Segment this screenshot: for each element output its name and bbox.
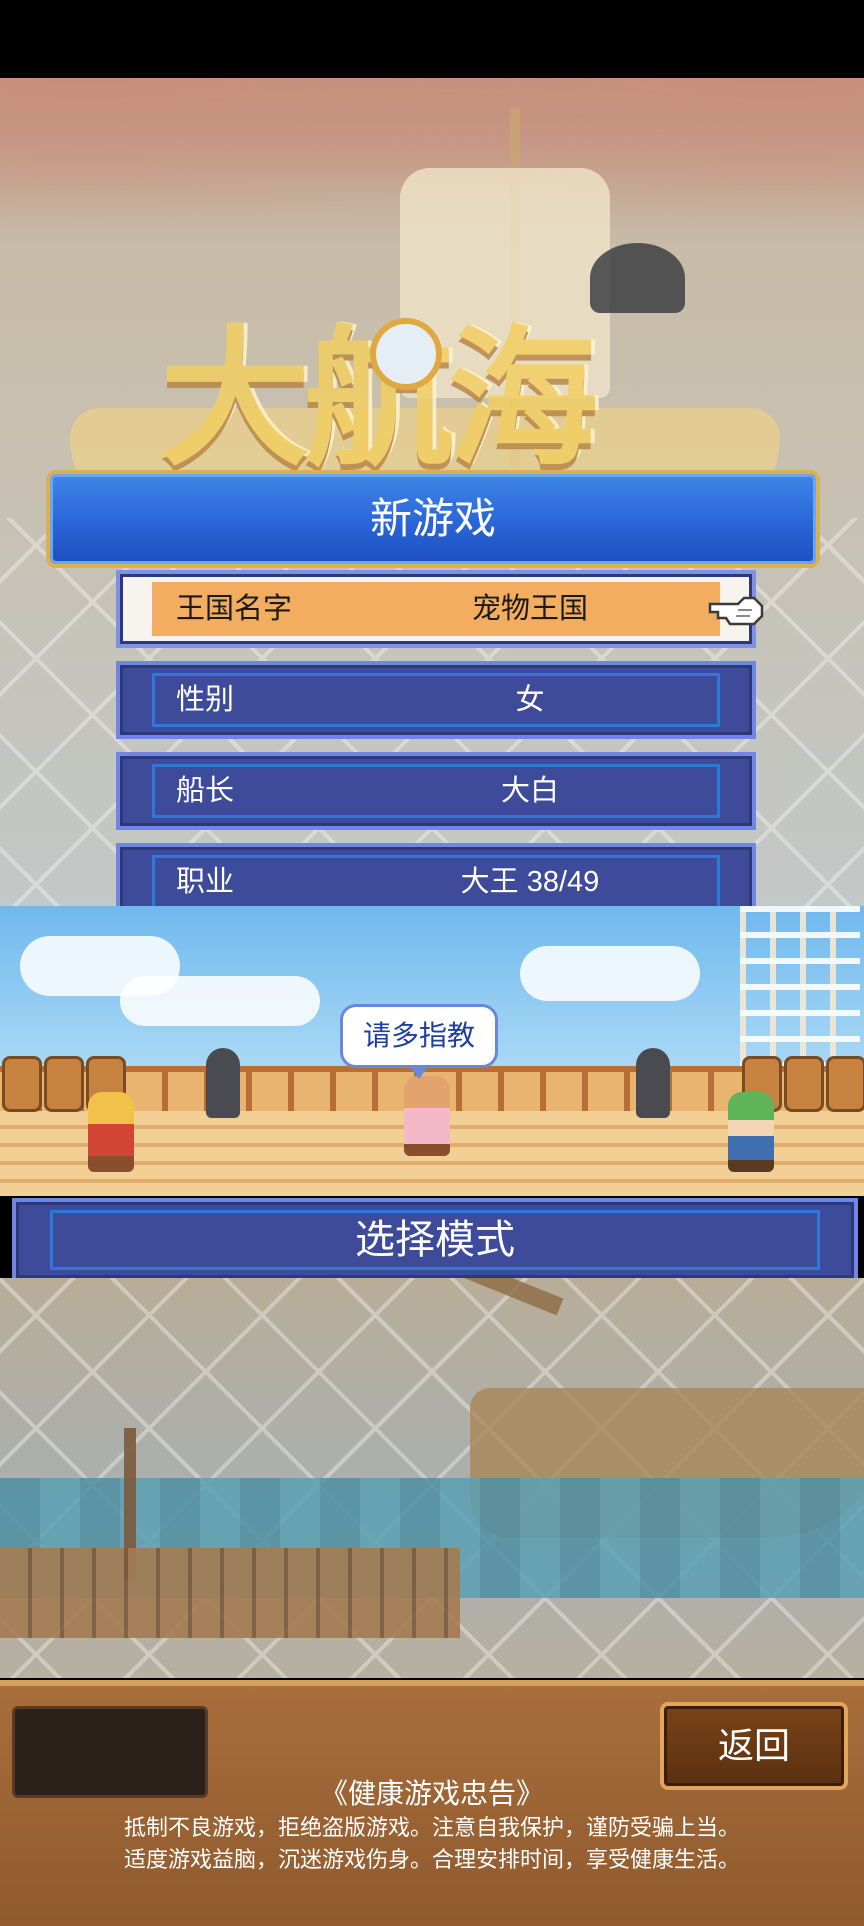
rope-ladder: [740, 906, 860, 1081]
wooden-pier: [0, 1548, 460, 1638]
cloud: [520, 946, 700, 1001]
health-notice-title: 《健康游戏忠告》: [319, 1778, 544, 1809]
select-mode-label: 选择模式: [355, 1218, 515, 1262]
status-bar: [0, 0, 864, 78]
cannon: [636, 1048, 670, 1118]
select-mode-button[interactable]: 选择模式: [12, 1198, 858, 1282]
health-notice-line-1: 抵制不良游戏，拒绝盗版游戏。注意自我保护，谨防受骗上当。: [123, 1815, 740, 1840]
cannon: [206, 1048, 240, 1118]
compass-icon: [370, 318, 442, 390]
row-gender[interactable]: 性别 女: [116, 661, 756, 739]
speech-bubble: 请多指教: [340, 1004, 498, 1079]
gender-label: 性别: [176, 684, 235, 716]
sailor-character: [728, 1092, 774, 1172]
king-character: [88, 1092, 134, 1172]
cloud: [120, 976, 320, 1026]
new-game-banner: 新游戏: [46, 470, 820, 568]
gender-value: 女: [515, 684, 545, 716]
settings-list: 王国名字 宠物王国 性别 女 船长 大白 职业 大王 38/49: [116, 570, 764, 934]
kingdom-name-label: 王国名字: [176, 593, 293, 625]
row-captain[interactable]: 船长 大白: [116, 752, 756, 830]
barrel: [2, 1056, 42, 1112]
footer-panel: 返回 《健康游戏忠告》 抵制不良游戏，拒绝盗版游戏。注意自我保护，谨防受骗上当。…: [0, 1680, 864, 1926]
princess-character: [404, 1076, 450, 1156]
captain-label: 船长: [176, 775, 235, 807]
barrel: [784, 1056, 824, 1112]
captain-value: 大白: [500, 775, 559, 807]
ship-deck-scene: 请多指教: [0, 906, 864, 1196]
health-notice-line-2: 适度游戏益脑，沉迷游戏伤身。合理安排时间，享受健康生活。: [123, 1847, 740, 1872]
kingdom-name-value: 宠物王国: [471, 593, 588, 625]
pirate-hat-icon: [590, 243, 685, 313]
pointing-hand-icon: [708, 596, 764, 626]
barrel: [44, 1056, 84, 1112]
barrel: [826, 1056, 864, 1112]
harbor-background: [0, 1278, 864, 1678]
row-kingdom-name[interactable]: 王国名字 宠物王国: [116, 570, 764, 648]
